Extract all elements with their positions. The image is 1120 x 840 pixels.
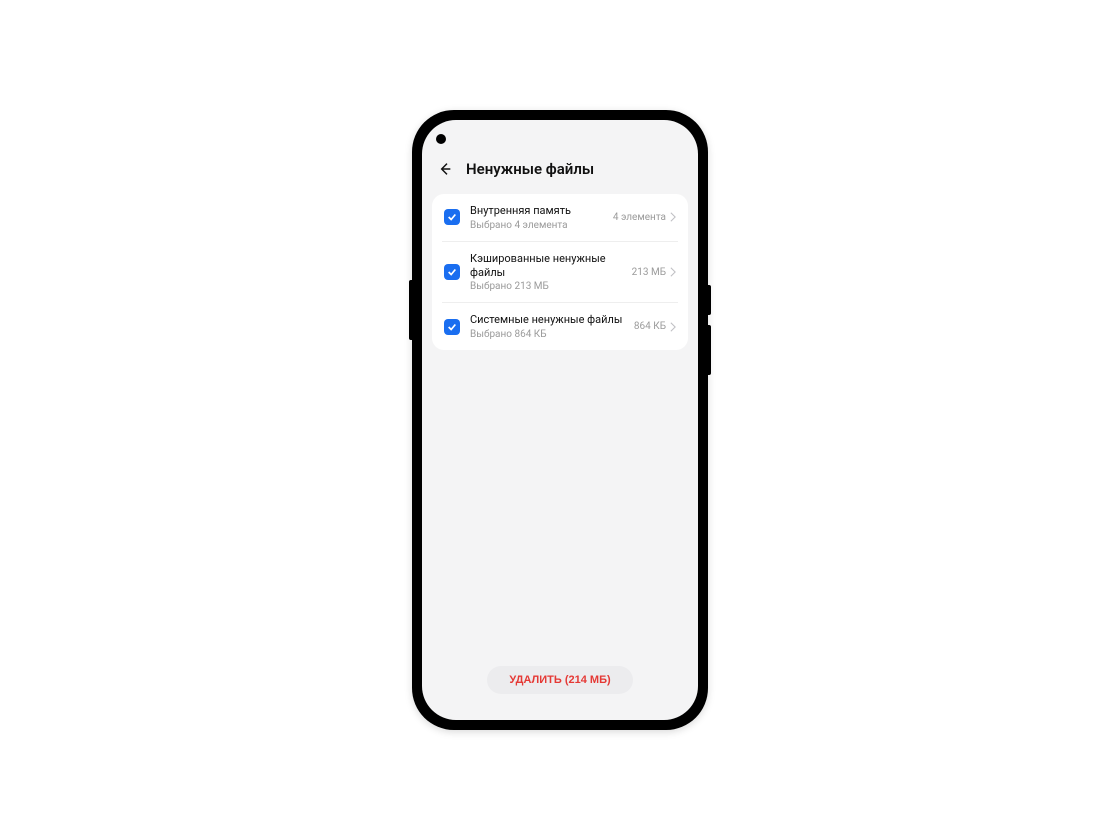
front-camera (436, 134, 446, 144)
list-item-right: 213 МБ (632, 267, 676, 278)
list-item-title: Внутренняя память (470, 204, 603, 218)
list-item-subtitle: Выбрано 213 МБ (470, 281, 622, 292)
chevron-right-icon (670, 212, 676, 222)
checkbox[interactable] (444, 209, 460, 225)
footer: УДАЛИТЬ (214 МБ) (422, 666, 698, 720)
items-card: Внутренняя память Выбрано 4 элемента 4 э… (432, 194, 688, 350)
list-item-main: Внутренняя память Выбрано 4 элемента (470, 204, 603, 231)
list-item-title: Кэшированные ненужные файлы (470, 252, 622, 280)
list-item-internal-storage[interactable]: Внутренняя память Выбрано 4 элемента 4 э… (442, 194, 678, 241)
checkbox[interactable] (444, 319, 460, 335)
check-icon (447, 322, 457, 332)
list-item-main: Системные ненужные файлы Выбрано 864 КБ (470, 313, 624, 340)
list-item-meta: 864 КБ (634, 321, 666, 332)
list-item-cached-junk[interactable]: Кэшированные ненужные файлы Выбрано 213 … (442, 241, 678, 303)
list-item-main: Кэшированные ненужные файлы Выбрано 213 … (470, 252, 622, 293)
chevron-right-icon (670, 267, 676, 277)
list-item-right: 864 КБ (634, 321, 676, 332)
chevron-right-icon (670, 322, 676, 332)
back-button[interactable] (436, 160, 454, 178)
app-header: Ненужные файлы (422, 120, 698, 190)
page-title: Ненужные файлы (466, 160, 594, 178)
check-icon (447, 267, 457, 277)
side-button-right-top (708, 285, 711, 315)
list-item-system-junk[interactable]: Системные ненужные файлы Выбрано 864 КБ … (442, 302, 678, 350)
list-item-right: 4 элемента (613, 212, 676, 223)
delete-button[interactable]: УДАЛИТЬ (214 МБ) (487, 666, 632, 694)
list-item-meta: 213 МБ (632, 267, 666, 278)
list-item-meta: 4 элемента (613, 212, 666, 223)
list-item-title: Системные ненужные файлы (470, 313, 624, 327)
check-icon (447, 212, 457, 222)
phone-frame: Ненужные файлы Внутренняя память Выбрано… (412, 110, 708, 730)
list-item-subtitle: Выбрано 864 КБ (470, 329, 624, 340)
list-item-subtitle: Выбрано 4 элемента (470, 220, 603, 231)
checkbox[interactable] (444, 264, 460, 280)
side-button-left (409, 280, 412, 340)
arrow-left-icon (437, 161, 453, 177)
screen: Ненужные файлы Внутренняя память Выбрано… (422, 120, 698, 720)
side-button-right-bottom (708, 325, 711, 375)
